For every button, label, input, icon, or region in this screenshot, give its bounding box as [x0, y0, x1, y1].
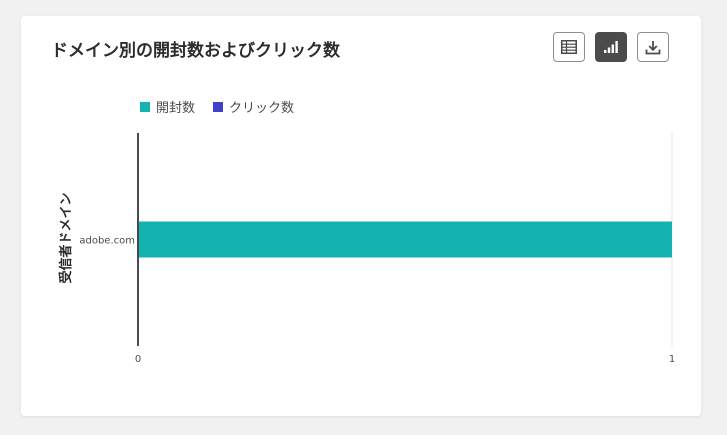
- y-axis-title: 受信者ドメイン: [58, 192, 74, 283]
- bar-開封数: [138, 221, 672, 258]
- x-tick-label: 1: [669, 354, 675, 365]
- x-tick-label: 0: [135, 354, 141, 365]
- y-tick-label: adobe.com: [79, 236, 135, 247]
- chart-plot: adobe.com 0 1 受信者ドメイン: [58, 133, 675, 365]
- chart-card: ドメイン別の開封数およびクリック数 開封数 クリック数 adobe.com 0 …: [21, 16, 701, 416]
